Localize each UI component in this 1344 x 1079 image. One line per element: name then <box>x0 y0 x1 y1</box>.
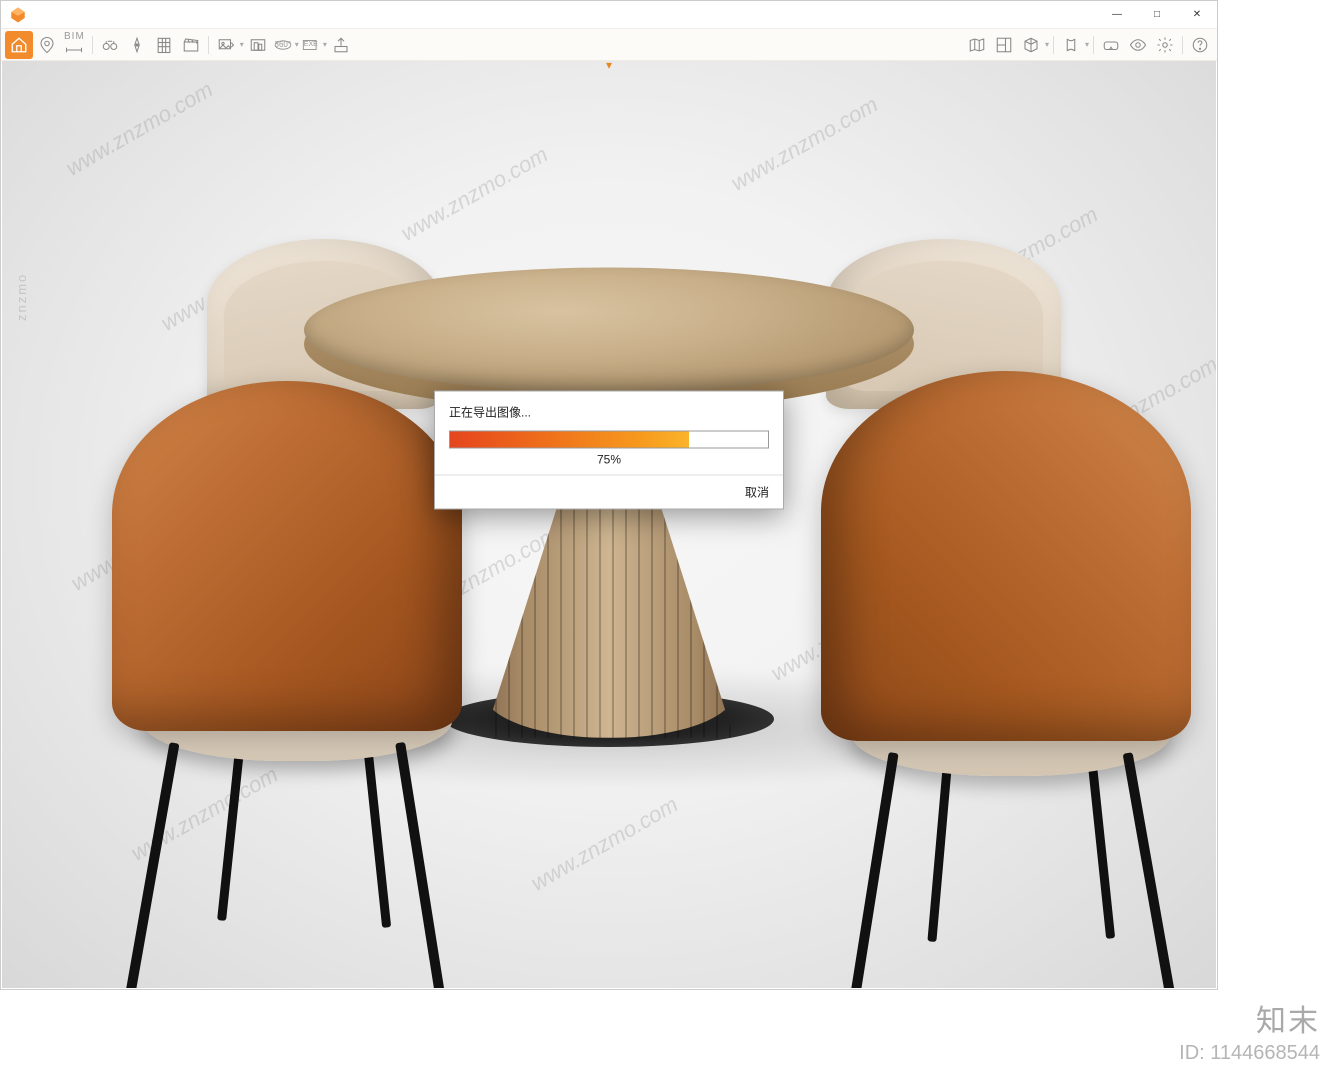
toolbar-left: BIM ▾ 360° ▾ EXE ▾ <box>5 31 354 59</box>
compass-icon[interactable] <box>124 32 150 58</box>
section-icon <box>1058 32 1084 58</box>
gear-icon[interactable] <box>1152 32 1178 58</box>
watermark-text: www.znzmo.com <box>397 141 553 246</box>
chair-leg <box>843 752 898 988</box>
chevron-down-icon: ▾ <box>295 40 299 49</box>
floorplan-icon[interactable] <box>991 32 1017 58</box>
chair-leg <box>395 742 449 988</box>
chevron-down-icon: ▾ <box>1045 40 1049 49</box>
exe-export-icon: EXE <box>300 32 322 58</box>
toolbar-right: ▾ ▾ <box>964 32 1213 58</box>
chevron-down-icon: ▾ <box>323 40 327 49</box>
chair-leg <box>362 733 391 928</box>
chair-backrest <box>112 381 462 731</box>
chair-front-left <box>72 361 492 988</box>
binoculars-icon[interactable] <box>97 32 123 58</box>
home-button[interactable] <box>5 31 33 59</box>
brand-id: ID: 1144668544 <box>1179 1042 1320 1065</box>
panorama-label: 360° <box>275 40 292 49</box>
section-dropdown[interactable]: ▾ <box>1058 32 1089 58</box>
cube-icon <box>1018 32 1044 58</box>
render-scene: znzmo www.znzmo.com www.znzmo.com www.zn… <box>2 61 1216 988</box>
chair-leg <box>1123 752 1180 988</box>
vr-headset-icon[interactable] <box>1098 32 1124 58</box>
watermark-text: www.znzmo.com <box>727 91 883 196</box>
minimize-button[interactable]: — <box>1097 1 1137 29</box>
panorama-360-icon: 360° <box>272 32 294 58</box>
location-pin-icon[interactable] <box>34 32 60 58</box>
bim-label: BIM <box>64 32 85 42</box>
titlebar: — □ ✕ <box>1 1 1217 29</box>
side-watermark: znzmo <box>14 273 29 321</box>
clapperboard-icon[interactable] <box>178 32 204 58</box>
image-building-icon[interactable] <box>245 32 271 58</box>
viewport-3d[interactable]: ▾ znzmo www.znzmo.com www.znzmo.com www.… <box>2 61 1216 988</box>
export-progress-dialog: 正在导出图像... 75% 取消 <box>434 391 784 510</box>
visibility-icon[interactable] <box>1125 32 1151 58</box>
dialog-title: 正在导出图像... <box>449 404 769 421</box>
toolbar-separator <box>1053 36 1054 54</box>
toolbar-separator <box>208 36 209 54</box>
brand-watermark: 知末 ID: 1144668544 <box>1179 996 1320 1065</box>
dialog-body: 正在导出图像... 75% <box>435 392 783 475</box>
exe-export-dropdown[interactable]: EXE ▾ <box>300 32 327 58</box>
chair-front-right <box>776 356 1216 988</box>
bim-button[interactable]: BIM <box>61 32 88 58</box>
collapse-panel-handle[interactable]: ▾ <box>606 61 612 72</box>
cube-view-dropdown[interactable]: ▾ <box>1018 32 1049 58</box>
app-logo-icon <box>9 6 27 24</box>
toolbar-separator <box>1182 36 1183 54</box>
progress-bar <box>449 431 769 449</box>
chair-leg <box>217 731 246 921</box>
panorama-dropdown[interactable]: 360° ▾ <box>272 32 299 58</box>
help-icon[interactable] <box>1187 32 1213 58</box>
image-export-icon <box>213 32 239 58</box>
close-button[interactable]: ✕ <box>1177 1 1217 29</box>
dialog-footer: 取消 <box>435 475 783 509</box>
progress-fill <box>450 432 689 448</box>
app-window: — □ ✕ BIM ▾ 360 <box>0 0 1218 990</box>
toolbar-separator <box>1093 36 1094 54</box>
export-image-dropdown[interactable]: ▾ <box>213 32 244 58</box>
brand-name: 知末 <box>1179 996 1320 1040</box>
chair-backrest <box>821 371 1191 741</box>
exe-label: EXE <box>304 41 318 48</box>
titlebar-left <box>9 6 27 24</box>
window-controls: — □ ✕ <box>1097 1 1217 29</box>
watermark-text: www.znzmo.com <box>62 76 218 181</box>
toolbar-separator <box>92 36 93 54</box>
toolbar: BIM ▾ 360° ▾ EXE ▾ <box>1 29 1217 61</box>
building-icon[interactable] <box>151 32 177 58</box>
chair-leg <box>1086 744 1115 939</box>
chair-leg <box>125 742 180 988</box>
chevron-down-icon: ▾ <box>240 40 244 49</box>
watermark-text: www.znzmo.com <box>527 791 683 896</box>
cancel-button[interactable]: 取消 <box>745 484 769 501</box>
upload-icon[interactable] <box>328 32 354 58</box>
progress-percent: 75% <box>449 453 769 467</box>
chevron-down-icon: ▾ <box>1085 40 1089 49</box>
maximize-button[interactable]: □ <box>1137 1 1177 29</box>
map-icon[interactable] <box>964 32 990 58</box>
